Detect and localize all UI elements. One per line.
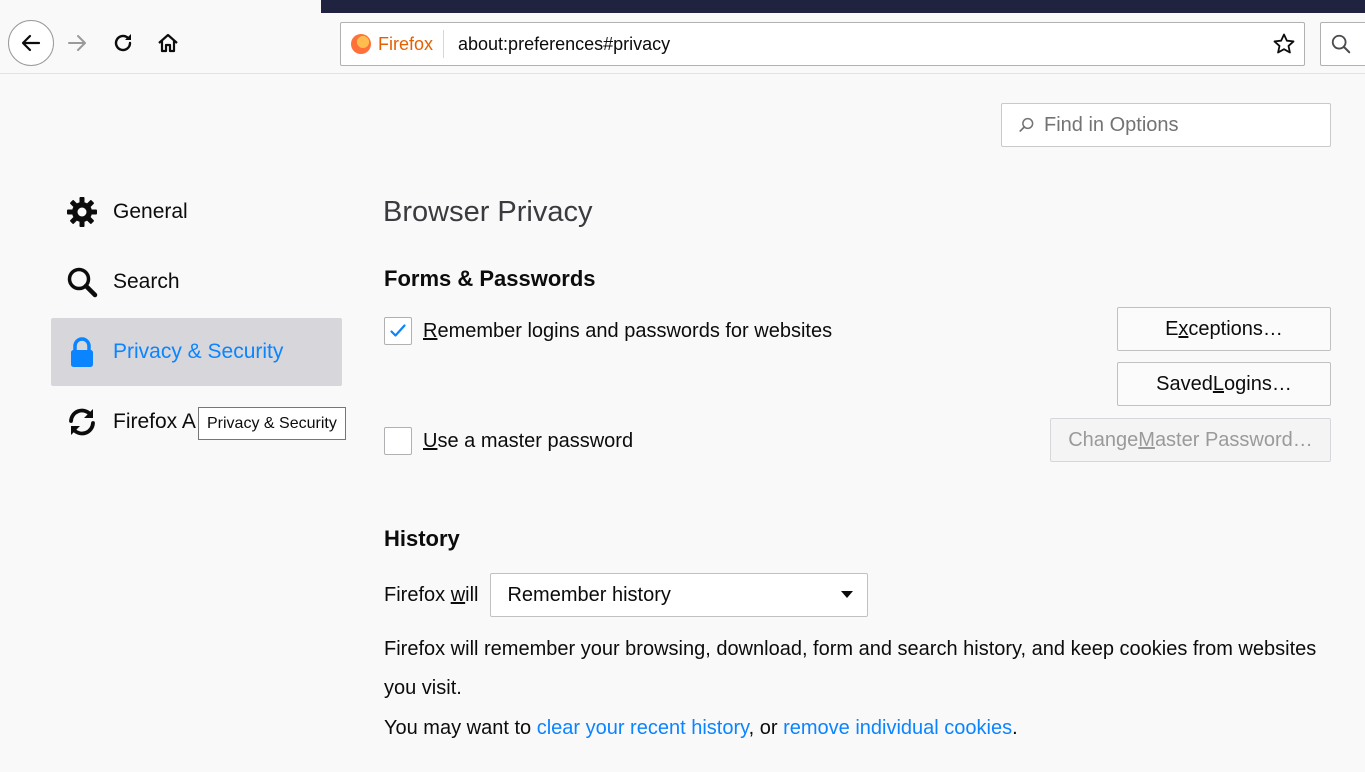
history-heading: History xyxy=(384,526,460,551)
category-privacy[interactable]: Privacy & Security xyxy=(51,318,342,386)
master-password-row[interactable]: Use a master password xyxy=(384,427,633,455)
category-general[interactable]: General xyxy=(51,178,342,246)
remove-individual-cookies-link[interactable]: remove individual cookies xyxy=(783,717,1012,739)
category-label: Privacy & Security xyxy=(113,340,284,363)
clear-recent-history-link[interactable]: clear your recent history xyxy=(537,717,749,739)
page-title: Browser Privacy xyxy=(383,196,593,228)
forms-passwords-heading: Forms & Passwords xyxy=(384,266,596,291)
firefox-will-label: Firefox will xyxy=(384,583,479,606)
star-icon xyxy=(1273,33,1295,54)
remember-logins-label: Remember logins and passwords for websit… xyxy=(423,319,833,342)
master-password-checkbox[interactable] xyxy=(384,427,412,455)
find-placeholder: Find in Options xyxy=(1044,113,1179,136)
history-select-value: Remember history xyxy=(507,583,671,606)
search-icon xyxy=(65,265,99,299)
history-mode-select[interactable]: Remember history xyxy=(490,573,869,617)
url-bar[interactable]: Firefox about:preferences#privacy xyxy=(340,22,1305,66)
search-bar[interactable] xyxy=(1320,22,1365,66)
reload-button[interactable] xyxy=(106,26,140,60)
history-description: Firefox will remember your browsing, dow… xyxy=(384,638,1317,699)
home-button[interactable] xyxy=(151,26,185,60)
master-password-label: Use a master password xyxy=(423,429,634,452)
category-label: General xyxy=(113,200,188,223)
exceptions-button[interactable]: Ex ceptions… xyxy=(1117,307,1331,351)
navigation-toolbar: Firefox about:preferences#privacy xyxy=(0,0,1365,74)
find-in-options-input[interactable]: Find in Options xyxy=(1001,103,1331,147)
identity-label: Firefox xyxy=(378,33,434,54)
tooltip: Privacy & Security xyxy=(198,407,346,440)
saved-logins-button[interactable]: Saved Logins… xyxy=(1117,362,1331,406)
gear-icon xyxy=(65,195,99,229)
search-icon xyxy=(1331,34,1351,54)
back-arrow-icon xyxy=(21,34,41,52)
dropdown-arrow-icon xyxy=(841,591,854,598)
category-search[interactable]: Search xyxy=(51,248,342,316)
category-label: Search xyxy=(113,270,180,293)
category-label: Firefox A xyxy=(113,410,196,433)
forward-arrow-icon xyxy=(68,35,86,51)
forward-button[interactable] xyxy=(60,26,94,60)
remember-logins-checkbox[interactable] xyxy=(384,317,412,345)
back-button[interactable] xyxy=(8,20,54,66)
home-icon xyxy=(158,33,178,53)
history-suggestion: You may want to clear your recent histor… xyxy=(384,717,1018,739)
site-identity[interactable]: Firefox xyxy=(341,30,445,58)
reload-icon xyxy=(114,34,132,52)
search-icon xyxy=(1018,116,1036,134)
checkmark-icon xyxy=(390,324,406,337)
remember-logins-row[interactable]: Remember logins and passwords for websit… xyxy=(384,317,832,345)
history-mode-row: Firefox will Remember history xyxy=(384,573,869,617)
url-text[interactable]: about:preferences#privacy xyxy=(444,34,1264,55)
sync-icon xyxy=(65,405,99,439)
lock-icon xyxy=(65,335,99,369)
firefox-logo-icon xyxy=(351,34,371,54)
tab-strip xyxy=(321,0,1365,13)
bookmark-button[interactable] xyxy=(1264,24,1304,64)
change-master-password-button: Change Master Password… xyxy=(1050,418,1331,462)
